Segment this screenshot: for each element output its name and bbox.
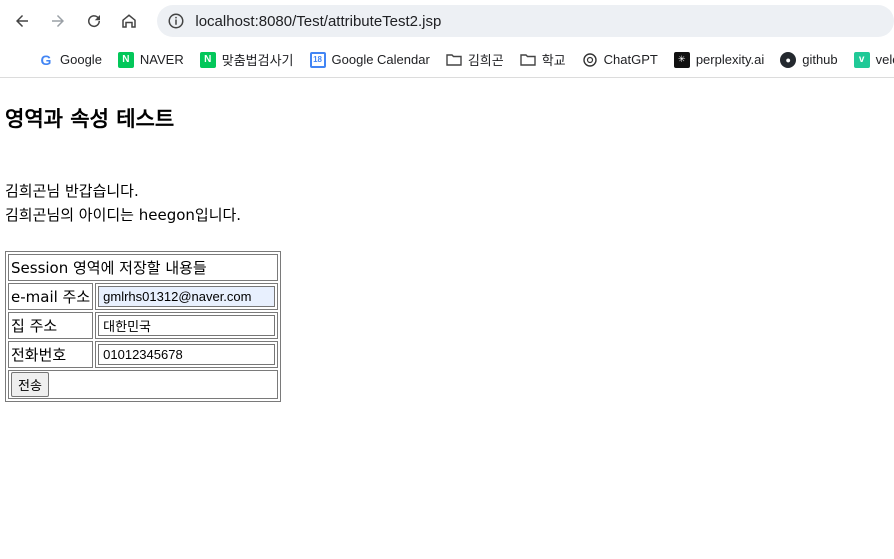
bookmark-google-calendar[interactable]: 18 Google Calendar [309, 51, 430, 68]
google-icon: G [40, 51, 52, 68]
browser-toolbar: localhost:8080/Test/attributeTest2.jsp [0, 0, 894, 42]
bookmark-folder-kimheegon[interactable]: 김희곤 [446, 50, 504, 69]
bookmark-spellcheck[interactable]: N 맞춤법검사기 [199, 50, 294, 69]
velog-icon: v [853, 51, 870, 68]
bookmark-label: Google [60, 52, 102, 67]
bookmark-velog[interactable]: v velo [853, 51, 894, 68]
bookmark-perplexity[interactable]: ✳ perplexity.ai [673, 51, 765, 68]
bookmarks-bar: G Google N NAVER N 맞춤법검사기 18 Google Cale… [0, 42, 894, 78]
perplexity-icon: ✳ [673, 51, 690, 68]
table-row: 전송 [8, 370, 279, 399]
address-field[interactable] [98, 315, 276, 336]
table-row: e-mail 주소 [8, 283, 279, 310]
calendar-icon: 18 [309, 51, 326, 68]
page-heading: 영역과 속성 테스트 [5, 107, 175, 131]
bookmark-label: github [802, 52, 838, 67]
email-label: e-mail 주소 [8, 283, 94, 310]
reload-button[interactable] [78, 5, 110, 37]
bookmark-label: 김희곤 [467, 53, 504, 68]
bookmark-label: NAVER [139, 52, 184, 67]
address-bar[interactable]: localhost:8080/Test/attributeTest2.jsp [157, 5, 894, 37]
phone-label: 전화번호 [8, 341, 94, 368]
table-row: 집 주소 [8, 312, 279, 339]
folder-icon [446, 53, 462, 66]
bookmark-github[interactable]: ● github [780, 51, 838, 68]
table-row: Session 영역에 저장할 내용들 [8, 254, 279, 281]
bookmark-label: 학교 [541, 53, 566, 68]
table-row: 전화번호 [8, 341, 279, 368]
address-label: 집 주소 [8, 312, 94, 339]
chatgpt-icon [582, 52, 597, 67]
phone-field[interactable] [98, 344, 276, 365]
table-caption: Session 영역에 저장할 내용들 [8, 254, 279, 281]
naver-icon: N [117, 51, 134, 68]
session-form-table: Session 영역에 저장할 내용들 e-mail 주소 집 주소 전화번호 … [5, 251, 282, 402]
bookmark-chatgpt[interactable]: ChatGPT [582, 52, 658, 68]
page-content: 영역과 속성 테스트 김희곤님 반갑습니다. 김희곤님의 아이디는 heegon… [0, 103, 894, 402]
bookmark-google[interactable]: G Google [38, 52, 102, 68]
greeting-block: 김희곤님 반갑습니다. 김희곤님의 아이디는 heegon입니다. [5, 179, 889, 227]
folder-icon [520, 53, 536, 66]
bookmark-naver[interactable]: N NAVER [117, 51, 184, 68]
bookmark-label: ChatGPT [603, 52, 658, 67]
bookmark-label: Google Calendar [331, 52, 430, 67]
bookmark-label: velo [875, 52, 894, 67]
arrow-left-icon [15, 15, 28, 27]
url-text: localhost:8080/Test/attributeTest2.jsp [195, 12, 442, 30]
home-icon [122, 14, 137, 28]
forward-button[interactable] [42, 5, 74, 37]
bookmark-folder-school[interactable]: 학교 [520, 50, 566, 69]
user-id-text: 김희곤님의 아이디는 heegon입니다. [5, 206, 242, 224]
email-field[interactable] [98, 286, 276, 307]
bookmark-label: 맞춤법검사기 [221, 53, 294, 68]
info-icon[interactable] [167, 12, 185, 30]
greeting-text: 김희곤님 반갑습니다. [5, 182, 139, 200]
bookmark-label: perplexity.ai [695, 52, 765, 67]
github-icon: ● [780, 51, 797, 68]
arrow-right-icon [51, 15, 64, 27]
naver-icon: N [199, 51, 216, 68]
home-button[interactable] [114, 5, 146, 37]
back-button[interactable] [6, 5, 38, 37]
submit-button[interactable]: 전송 [11, 372, 49, 397]
reload-icon [87, 15, 100, 28]
